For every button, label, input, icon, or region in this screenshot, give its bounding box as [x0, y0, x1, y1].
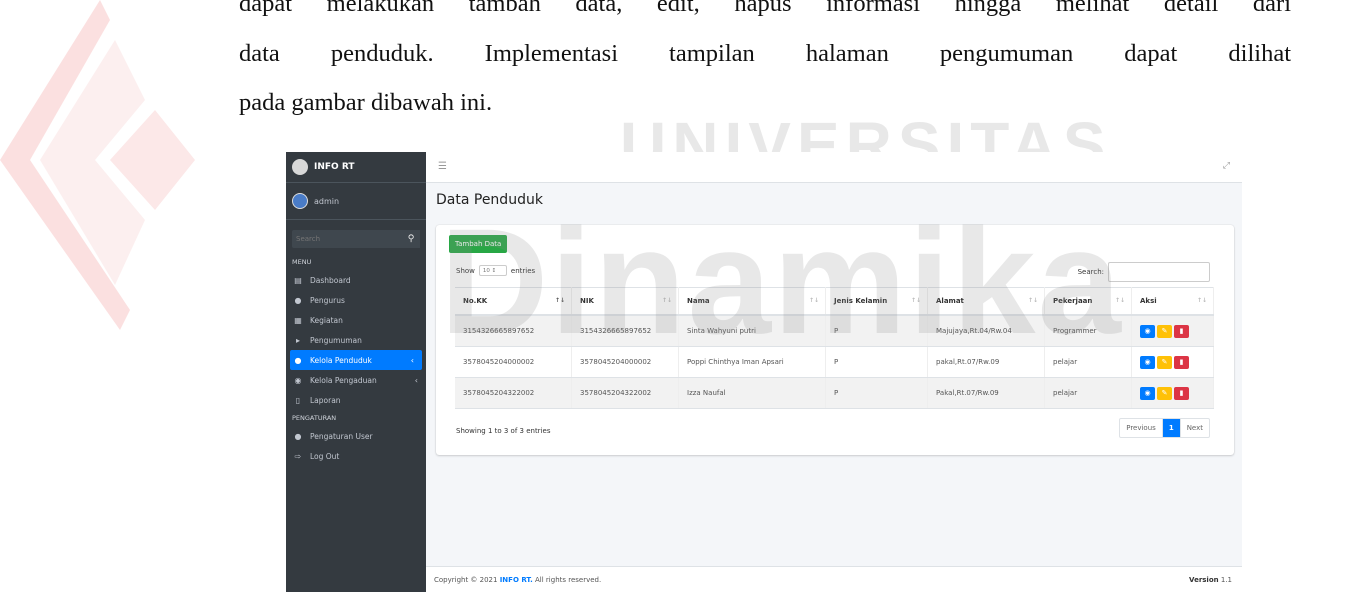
sidebar-item-pengumuman[interactable]: ▸ Pengumuman: [286, 330, 426, 350]
sidebar-item-label: Pengurus: [310, 295, 345, 305]
view-button[interactable]: ◉: [1140, 355, 1155, 369]
chevron-left-icon: ‹: [410, 355, 414, 365]
footer-version: Version 1.1: [1189, 576, 1232, 584]
user-name: admin: [314, 196, 340, 206]
table-row: 3578045204322002 3578045204322002 Izza N…: [455, 377, 1214, 409]
logout-icon: ⇨: [294, 451, 302, 461]
file-icon: ▯: [295, 395, 301, 405]
delete-button[interactable]: ▮: [1174, 355, 1189, 369]
sidebar-item-label: Kelola Penduduk: [310, 355, 372, 365]
cell-aksi: ◉ ✎ ▮: [1131, 377, 1214, 409]
footer-copyright: Copyright © 2021 INFO RT. All rights res…: [434, 576, 601, 584]
users-icon: ●: [294, 355, 302, 365]
hamburger-menu-icon[interactable]: ☰: [438, 161, 447, 172]
pagination-previous[interactable]: Previous: [1120, 419, 1163, 437]
sidebar-item-label: Laporan: [310, 395, 341, 405]
cell-aksi: ◉ ✎ ▮: [1131, 315, 1214, 347]
sidebar-item-label: Pengaturan User: [310, 431, 373, 441]
bed-icon: ▦: [294, 315, 302, 325]
footer-brand-link[interactable]: INFO RT.: [500, 576, 533, 584]
edit-icon: ✎: [1161, 388, 1168, 397]
trash-icon: ▮: [1179, 388, 1184, 397]
cell-alamat: Pakal,Rt.07/Rw.09: [927, 377, 1045, 409]
cell-pekerjaan: pelajar: [1044, 377, 1132, 409]
settings-header: PENGATURAN: [292, 414, 337, 422]
sidebar-item-label: Log Out: [310, 451, 340, 461]
sidebar-item-laporan[interactable]: ▯ Laporan: [286, 390, 426, 410]
user-cog-icon: ●: [294, 431, 302, 441]
sidebar-search: ⚲: [292, 230, 420, 248]
sidebar-item-log-out[interactable]: ⇨ Log Out: [286, 446, 426, 466]
eye-icon: ◉: [1144, 388, 1151, 397]
watermark-dinamika: Dinamika: [440, 197, 1123, 365]
user-panel[interactable]: admin: [286, 183, 426, 220]
fullscreen-icon[interactable]: ⤢: [1223, 161, 1230, 171]
sidebar-item-label: Pengumuman: [310, 335, 362, 345]
cell-aksi: ◉ ✎ ▮: [1131, 346, 1214, 378]
version-label: Version: [1189, 576, 1219, 584]
edit-button[interactable]: ✎: [1157, 355, 1172, 369]
trash-icon: ▮: [1179, 357, 1184, 366]
user-icon: ●: [294, 295, 302, 305]
cell-nama: Izza Naufal: [678, 377, 826, 409]
sidebar-item-kelola-penduduk[interactable]: ● Kelola Penduduk ‹: [290, 350, 422, 370]
brand[interactable]: INFO RT: [286, 152, 426, 183]
brand-logo-icon: [292, 159, 308, 175]
sort-icon: ↑↓: [1196, 297, 1207, 304]
cell-jenis-kelamin: P: [825, 377, 928, 409]
cell-nik: 3578045204322002: [571, 377, 679, 409]
paragraph-line-3: pada gambar dibawah ini.: [239, 89, 493, 116]
edit-icon: ✎: [1161, 326, 1168, 335]
brand-name: INFO RT: [314, 162, 355, 172]
eye-icon: ◉: [1144, 357, 1151, 366]
copyright-prefix: Copyright © 2021: [434, 576, 500, 584]
sidebar-item-kegiatan[interactable]: ▦ Kegiatan: [286, 310, 426, 330]
delete-button[interactable]: ▮: [1174, 386, 1189, 400]
sidebar-item-label: Kelola Pengaduan: [310, 375, 377, 385]
version-number: 1.1: [1220, 576, 1232, 584]
copyright-suffix: All rights reserved.: [532, 576, 602, 584]
eye-icon: ◉: [1144, 326, 1151, 335]
pagination-page-1[interactable]: 1: [1162, 419, 1181, 437]
cell-no-kk: 3578045204322002: [455, 377, 572, 409]
sidebar-item-label: Kegiatan: [310, 315, 343, 325]
paragraph-line-2: data penduduk. Implementasi tampilan hal…: [239, 40, 1291, 67]
edit-button[interactable]: ✎: [1157, 324, 1172, 338]
avatar: [292, 193, 308, 209]
table-info: Showing 1 to 3 of 3 entries: [456, 427, 551, 435]
pagination-next[interactable]: Next: [1181, 419, 1209, 437]
pagination: Previous 1 Next: [1119, 418, 1210, 438]
column-header-label: Aksi: [1140, 297, 1157, 305]
edit-button[interactable]: ✎: [1157, 386, 1172, 400]
sidebar-item-pengaturan-user[interactable]: ● Pengaturan User: [286, 426, 426, 446]
sidebar-item-dashboard[interactable]: ▤ Dashboard: [286, 270, 426, 290]
footer: Copyright © 2021 INFO RT. All rights res…: [426, 566, 1242, 592]
view-button[interactable]: ◉: [1140, 324, 1155, 338]
trash-icon: ▮: [1179, 326, 1184, 335]
comments-icon: ◉: [294, 375, 302, 385]
paragraph-line-1: dapat melakukan tambah data, edit, hapus…: [239, 0, 1291, 17]
delete-button[interactable]: ▮: [1174, 324, 1189, 338]
search-icon[interactable]: ⚲: [402, 230, 420, 248]
sidebar-search-input[interactable]: [292, 230, 402, 248]
chart-icon: ▤: [294, 275, 302, 285]
table-search-input[interactable]: [1108, 262, 1210, 282]
view-button[interactable]: ◉: [1140, 386, 1155, 400]
university-logo-watermark: [0, 0, 195, 330]
megaphone-icon: ▸: [295, 335, 300, 345]
sidebar: INFO RT admin ⚲ MENU ▤ Dashboard ● Penguru…: [286, 152, 426, 592]
top-navbar: ☰ ⤢: [426, 152, 1242, 183]
sidebar-item-label: Dashboard: [310, 275, 351, 285]
column-header-aksi[interactable]: Aksi ↑↓: [1131, 287, 1214, 316]
edit-icon: ✎: [1161, 357, 1168, 366]
chevron-left-icon: ‹: [414, 375, 418, 385]
sidebar-item-pengurus[interactable]: ● Pengurus: [286, 290, 426, 310]
sidebar-item-kelola-pengaduan[interactable]: ◉ Kelola Pengaduan ‹: [286, 370, 426, 390]
menu-header: MENU: [292, 258, 312, 266]
